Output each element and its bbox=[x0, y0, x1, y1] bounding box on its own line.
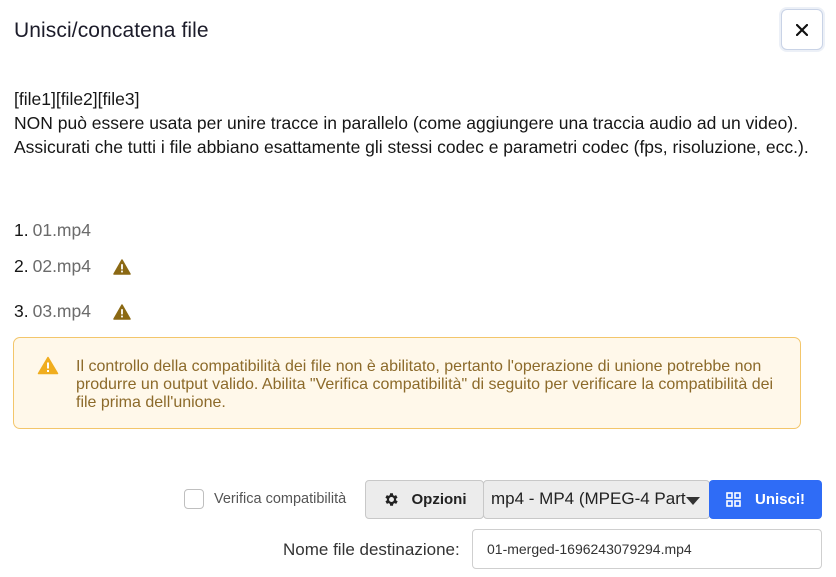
warning-icon[interactable] bbox=[113, 303, 131, 320]
intro-line-warning: NON può essere usata per unire tracce in… bbox=[14, 113, 799, 133]
list-item: 2. 02.mp4 bbox=[14, 256, 131, 277]
close-button[interactable] bbox=[781, 9, 823, 50]
list-item-index: 2. bbox=[14, 256, 29, 276]
gear-icon bbox=[384, 493, 398, 506]
list-item-filename: 03.mp4 bbox=[32, 301, 91, 321]
intro-line-syntax: [file1][file2][file3] bbox=[14, 89, 140, 109]
list-item-filename: 02.mp4 bbox=[32, 256, 91, 276]
list-item: 3. 03.mp4 bbox=[14, 301, 131, 322]
intro-line-codec: Assicurati che tutti i file abbiano esat… bbox=[14, 137, 809, 157]
warning-icon[interactable] bbox=[113, 258, 131, 275]
close-icon bbox=[796, 23, 808, 36]
chevron-down-icon bbox=[686, 497, 700, 505]
list-item: 1. 01.mp4 bbox=[14, 220, 91, 241]
merge-icon bbox=[726, 492, 741, 507]
merge-button[interactable]: Unisci! bbox=[709, 480, 822, 519]
warning-icon bbox=[37, 356, 59, 375]
output-format-select[interactable]: mp4 - MP4 (MPEG-4 Part 14) bbox=[483, 480, 710, 519]
intro-text: [file1][file2][file3] NON può essere usa… bbox=[14, 87, 820, 159]
compatibility-alert: Il controllo della compatibilità dei fil… bbox=[13, 337, 801, 429]
list-item-index: 1. bbox=[14, 220, 29, 240]
options-button[interactable]: Opzioni bbox=[365, 480, 484, 519]
alert-message: Il controllo della compatibilità dei fil… bbox=[76, 358, 774, 411]
verify-compatibility-label[interactable]: Verifica compatibilità bbox=[214, 491, 346, 507]
list-item-filename: 01.mp4 bbox=[32, 220, 91, 240]
verify-compatibility-checkbox[interactable] bbox=[184, 489, 204, 509]
merge-button-label: Unisci! bbox=[754, 491, 805, 508]
output-format-value: mp4 - MP4 (MPEG-4 Part 14) bbox=[491, 489, 687, 508]
list-item-index: 3. bbox=[14, 301, 29, 321]
options-button-label: Opzioni bbox=[411, 491, 467, 508]
dialog-title: Unisci/concatena file bbox=[14, 19, 209, 42]
destination-filename-label: Nome file destinazione: bbox=[283, 540, 460, 559]
destination-filename-input[interactable] bbox=[472, 529, 822, 569]
